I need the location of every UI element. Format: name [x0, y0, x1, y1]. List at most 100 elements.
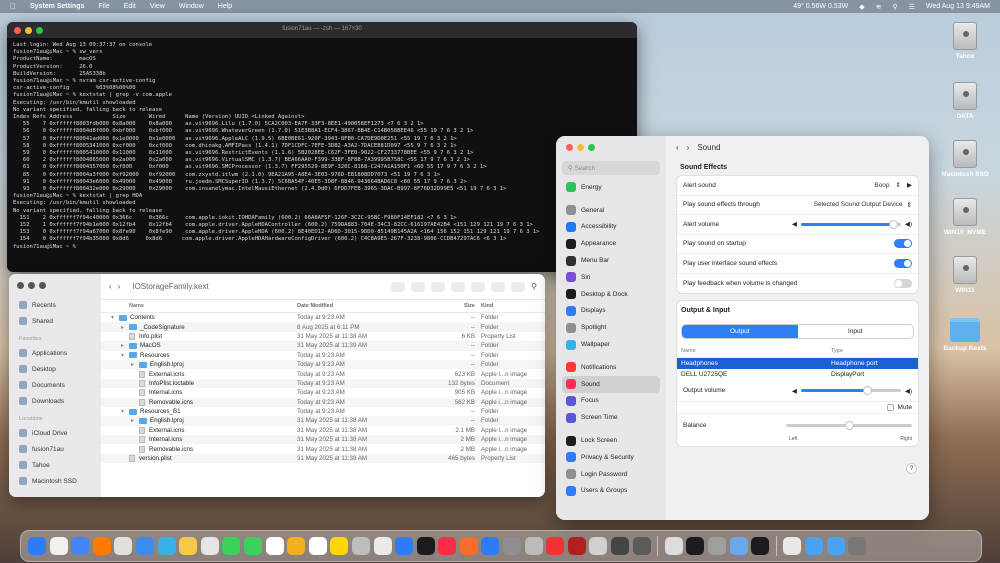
- help-button[interactable]: ?: [906, 463, 917, 474]
- table-row[interactable]: Internal.icns 31 May 2025 at 11:38 AM 2 MB…: [101, 435, 545, 445]
- disclosure-icon[interactable]: ▸: [131, 361, 139, 368]
- dock-app-icon[interactable]: [222, 537, 241, 555]
- sidebar-item-appearance[interactable]: Appearance: [562, 235, 660, 252]
- sidebar-item-login-password[interactable]: Login Password: [562, 466, 660, 483]
- wifi-icon[interactable]: ≋: [876, 3, 882, 11]
- sidebar-item-notifications[interactable]: Notifications: [562, 359, 660, 376]
- desktop-drive-win11[interactable]: WIN11: [935, 256, 995, 294]
- zoom-button[interactable]: [39, 282, 46, 289]
- dock-app-icon[interactable]: [92, 537, 111, 555]
- cpu-stats[interactable]: 49° 0.56W 0.53W: [793, 3, 848, 10]
- menu-window[interactable]: Window: [179, 3, 204, 10]
- settings-window[interactable]: ⚲ Search Energy General Accessibility Appea…: [556, 136, 929, 520]
- sidebar-item-shared[interactable]: Shared: [15, 313, 95, 329]
- dock-app-icon[interactable]: [135, 537, 154, 555]
- sidebar-item-spotlight[interactable]: Spotlight: [562, 319, 660, 336]
- startup-sound-toggle[interactable]: [894, 239, 912, 249]
- terminal-window[interactable]: fusion71au — -zsh — 167×30 Last login: W…: [7, 22, 637, 272]
- alert-sound-select[interactable]: Boop: [874, 182, 889, 189]
- minimize-button[interactable]: [577, 144, 584, 151]
- sidebar-item-desktop[interactable]: Desktop: [15, 361, 95, 377]
- desktop-drive-tahoe[interactable]: Tahoe: [935, 22, 995, 60]
- column-size[interactable]: Size: [405, 303, 481, 309]
- play-through-select[interactable]: Selected Sound Output Device: [814, 201, 903, 208]
- finder-window[interactable]: Recents Shared Favorites Applications De…: [9, 274, 545, 497]
- search-icon[interactable]: ⚲: [892, 3, 897, 11]
- disclosure-icon[interactable]: ▸: [121, 342, 129, 349]
- close-button[interactable]: [17, 282, 24, 289]
- dock-app-icon[interactable]: [243, 537, 262, 555]
- dock-app-icon[interactable]: [481, 537, 500, 555]
- dock-app-icon[interactable]: [751, 537, 770, 555]
- sidebar-item-lock-screen[interactable]: Lock Screen: [562, 432, 660, 449]
- column-kind[interactable]: Kind: [481, 303, 545, 309]
- sidebar-item-recents[interactable]: Recents: [15, 297, 95, 313]
- view-icons-icon[interactable]: [391, 281, 406, 292]
- dock-app-icon[interactable]: [686, 537, 705, 555]
- sidebar-item-sound[interactable]: Sound: [562, 375, 660, 393]
- sidebar-item-energy[interactable]: Energy: [562, 179, 660, 196]
- table-row[interactable]: ▸ English.lproj 31 May 2025 at 11:38 AM -- F…: [101, 416, 545, 426]
- search-icon[interactable]: ⚲: [531, 282, 537, 291]
- dock-app-icon[interactable]: [632, 537, 651, 555]
- volume-feedback-toggle[interactable]: [894, 278, 912, 288]
- chevron-updown-icon[interactable]: ⇕: [896, 181, 901, 189]
- sidebar-item-downloads[interactable]: Downloads: [15, 393, 95, 409]
- table-row[interactable]: ▾ Contents Today at 9:23 AM -- Folder: [101, 313, 545, 322]
- dock-app-icon[interactable]: [395, 537, 414, 555]
- dock-app-icon[interactable]: [308, 537, 327, 555]
- table-row[interactable]: Internal.icns Today at 9:23 AM 905 KB Apple…: [101, 388, 545, 397]
- dock-app-icon[interactable]: [265, 537, 284, 555]
- menu-edit[interactable]: Edit: [124, 3, 136, 10]
- desktop-drive-macintosh-ssd[interactable]: Macintosh SSD: [935, 140, 995, 178]
- view-columns-icon[interactable]: [431, 281, 446, 292]
- table-row[interactable]: Removable.icns 31 May 2025 at 11:38 AM 2 M…: [101, 444, 545, 453]
- dock-app-icon[interactable]: [848, 537, 867, 555]
- output-volume-slider[interactable]: [800, 386, 901, 395]
- sidebar-item-menu-bar[interactable]: Menu Bar: [562, 252, 660, 269]
- dock-app-icon[interactable]: [589, 537, 608, 555]
- sidebar-item-macintosh-ssd[interactable]: Macintosh SSD: [15, 473, 95, 489]
- table-row[interactable]: version.plist 31 May 2025 at 11:38 AM 465 …: [101, 453, 545, 464]
- more-icon[interactable]: [511, 281, 526, 292]
- table-row[interactable]: InfoPlist.loctable Today at 9:23 AM 132 by…: [101, 378, 545, 389]
- sidebar-item-displays[interactable]: Displays: [562, 303, 660, 320]
- sidebar-item-tahoe[interactable]: Tahoe: [15, 457, 95, 473]
- tag-icon[interactable]: [491, 281, 506, 292]
- menu-view[interactable]: View: [150, 3, 165, 10]
- dock-app-icon[interactable]: [459, 537, 478, 555]
- dock-app-icon[interactable]: [28, 537, 46, 555]
- back-icon[interactable]: ‹: [676, 143, 679, 152]
- column-name[interactable]: Name: [101, 303, 297, 309]
- desktop-drive-win10[interactable]: WIN10_NVME: [935, 198, 995, 236]
- dock-app-icon[interactable]: [826, 537, 845, 555]
- desktop-folder-backup-kexts[interactable]: Backup Kexts: [935, 318, 995, 352]
- group-icon[interactable]: [451, 281, 466, 292]
- dock-app-icon[interactable]: [729, 537, 748, 555]
- dock-app-icon[interactable]: [373, 537, 392, 555]
- column-date[interactable]: Date Modified: [297, 303, 405, 309]
- zoom-button[interactable]: [588, 144, 595, 151]
- table-row[interactable]: ▸ MacOS 31 May 2025 at 11:39 AM -- Folder: [101, 341, 545, 351]
- table-row[interactable]: Info.plist 31 May 2025 at 11:38 AM 6 KB Pro…: [101, 332, 545, 341]
- sidebar-item-documents[interactable]: Documents: [15, 377, 95, 393]
- table-row[interactable]: ▾ Resources Today at 9:23 AM -- Folder: [101, 351, 545, 360]
- clock[interactable]: Wed Aug 13 9:49AM: [926, 3, 990, 10]
- disclosure-icon[interactable]: ▾: [111, 314, 119, 321]
- dock-app-icon[interactable]: [49, 537, 68, 555]
- dock-app-icon[interactable]: [438, 537, 457, 555]
- play-icon[interactable]: ▶: [907, 181, 912, 189]
- dock-app-icon[interactable]: [114, 537, 133, 555]
- table-row[interactable]: ▾ Resources_B1 Today at 9:23 AM -- Folder: [101, 407, 545, 416]
- table-row[interactable]: ▸ _CodeSignature 8 Aug 2025 at 6:11 PM -- Fo…: [101, 322, 545, 332]
- sidebar-item-privacy-security[interactable]: Privacy & Security: [562, 449, 660, 466]
- menu-help[interactable]: Help: [218, 3, 232, 10]
- app-menu[interactable]: System Settings: [30, 3, 84, 10]
- dock-app-icon[interactable]: [179, 537, 198, 555]
- dock-app-icon[interactable]: [71, 537, 90, 555]
- dock-app-icon[interactable]: [664, 537, 683, 555]
- dock-app-icon[interactable]: [330, 537, 349, 555]
- dock-app-icon[interactable]: [157, 537, 176, 555]
- sidebar-item-users-groups[interactable]: Users & Groups: [562, 483, 660, 500]
- apple-icon[interactable]: : [10, 2, 16, 11]
